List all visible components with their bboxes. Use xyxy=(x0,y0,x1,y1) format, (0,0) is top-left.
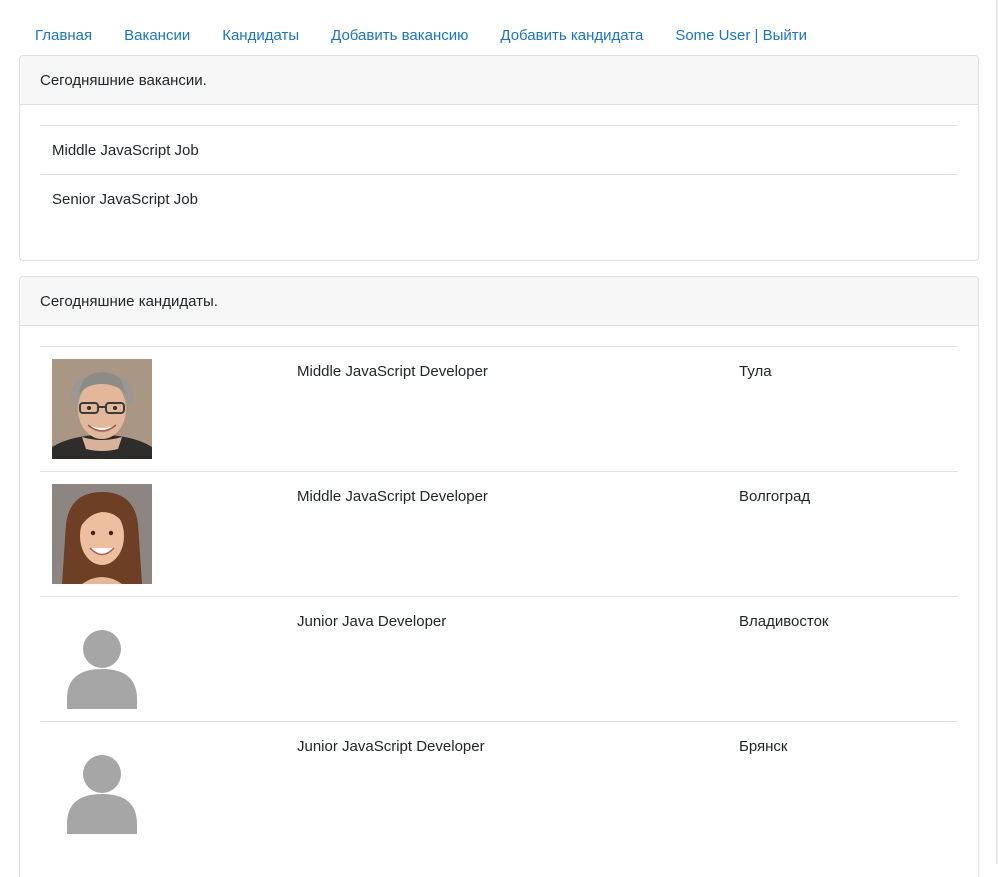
candidates-list: Middle JavaScript Developer Тула Middle … xyxy=(20,326,978,846)
candidate-city: Тула xyxy=(739,363,772,380)
candidate-row: Junior JavaScript Developer Брянск xyxy=(40,721,958,846)
nav-link-add-candidate[interactable]: Добавить кандидата xyxy=(484,20,659,52)
candidate-city: Владивосток xyxy=(739,613,829,630)
candidate-city: Брянск xyxy=(739,738,788,755)
avatar-placeholder-icon xyxy=(52,734,152,834)
nav-link-candidates[interactable]: Кандидаты xyxy=(206,20,315,52)
candidates-card: Сегодняшние кандидаты. Middle JavaScript… xyxy=(19,276,979,877)
nav-link-user-logout[interactable]: Some User | Выйти xyxy=(659,20,823,52)
avatar-placeholder-icon xyxy=(52,609,152,709)
vacancies-card: Сегодняшние вакансии. Middle JavaScript … xyxy=(19,55,979,261)
nav-link-home[interactable]: Главная xyxy=(19,20,108,52)
vacancies-list: Middle JavaScript Job Senior JavaScript … xyxy=(20,105,978,223)
candidate-row: Junior Java Developer Владивосток xyxy=(40,596,958,721)
candidate-position: Junior Java Developer xyxy=(297,613,447,630)
man-photo xyxy=(52,359,152,459)
candidate-city: Волгоград xyxy=(739,488,811,505)
nav-link-add-vacancy[interactable]: Добавить вакансию xyxy=(315,20,484,52)
vacancy-row: Middle JavaScript Job xyxy=(40,125,958,174)
candidate-position: Middle JavaScript Developer xyxy=(297,363,488,380)
candidate-row: Middle JavaScript Developer Тула xyxy=(40,346,958,471)
vacancy-row: Senior JavaScript Job xyxy=(40,174,958,223)
candidate-row: Middle JavaScript Developer Волгоград xyxy=(40,471,958,596)
vacancies-card-header: Сегодняшние вакансии. xyxy=(20,56,978,105)
candidate-position: Junior JavaScript Developer xyxy=(297,738,485,755)
candidate-position: Middle JavaScript Developer xyxy=(297,488,488,505)
nav-link-vacancies[interactable]: Вакансии xyxy=(108,20,206,52)
main-nav: Главная Вакансии Кандидаты Добавить вака… xyxy=(19,20,823,52)
woman-photo xyxy=(52,484,152,584)
candidates-card-header: Сегодняшние кандидаты. xyxy=(20,277,978,326)
